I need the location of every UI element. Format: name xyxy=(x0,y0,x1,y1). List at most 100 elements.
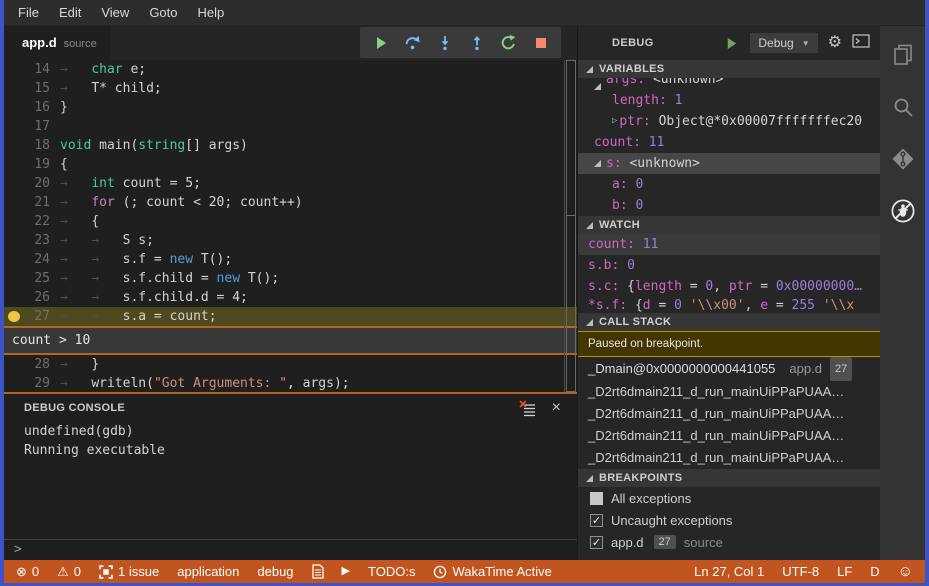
variable-row[interactable]: count: 11 xyxy=(578,234,880,255)
code-line[interactable]: 24 → → s.f = new T(); xyxy=(4,250,577,269)
variable-row[interactable]: b: 0 xyxy=(578,195,880,216)
status-item-wakatime-active[interactable]: WakaTime Active xyxy=(433,564,552,579)
restart-button[interactable] xyxy=(500,34,517,51)
variable-row[interactable]: s.c: {length = 0, ptr = 0x00000000… xyxy=(578,276,880,297)
breakpoint-item[interactable]: All exceptions xyxy=(578,487,880,509)
breakpoint-gutter[interactable] xyxy=(4,250,23,269)
start-debug-button[interactable] xyxy=(723,35,740,52)
open-console-icon[interactable] xyxy=(852,33,870,53)
status-item-ln-27-col-1[interactable]: Ln 27, Col 1 xyxy=(694,564,764,579)
continue-button[interactable] xyxy=(372,34,389,51)
expand-open-icon[interactable] xyxy=(594,160,601,167)
section-variables[interactable]: VARIABLES xyxy=(578,60,880,78)
breakpoint-gutter[interactable] xyxy=(4,288,23,307)
breakpoint-checkbox[interactable]: ✓ xyxy=(590,513,603,527)
code-line[interactable]: 16} xyxy=(4,98,577,117)
menu-item-help[interactable]: Help xyxy=(188,0,235,25)
breakpoint-checkbox[interactable]: ✓ xyxy=(590,535,603,549)
code-line[interactable]: 18 void main(string[] args) xyxy=(4,136,577,155)
status-item-lf[interactable]: LF xyxy=(837,564,852,579)
code-line[interactable]: 19 { xyxy=(4,155,577,174)
step-out-button[interactable] xyxy=(468,34,485,51)
variable-row[interactable]: s.b: 0 xyxy=(578,255,880,276)
status-item[interactable]: ☺ xyxy=(898,564,913,579)
code-line[interactable]: 25 → → s.f.child = new T(); xyxy=(4,269,577,288)
breakpoint-gutter[interactable] xyxy=(4,136,23,155)
debug-config-dropdown[interactable]: Debug ▼ xyxy=(750,33,818,53)
menu-item-file[interactable]: File xyxy=(8,0,49,25)
breakpoint-gutter[interactable] xyxy=(4,269,23,288)
status-item-debug[interactable]: debug xyxy=(257,564,293,579)
stop-button[interactable] xyxy=(532,34,549,51)
menu-item-goto[interactable]: Goto xyxy=(139,0,187,25)
breakpoint-condition-input[interactable]: count > 10 xyxy=(4,326,577,355)
search-icon[interactable] xyxy=(890,94,916,120)
clear-console-icon[interactable] xyxy=(519,399,536,417)
menu-item-edit[interactable]: Edit xyxy=(49,0,91,25)
variable-row[interactable]: ▷ ptr: Object@*0x00007fffffffec20 xyxy=(578,111,880,132)
variable-row[interactable]: count: 11 xyxy=(578,132,880,153)
menu-item-view[interactable]: View xyxy=(91,0,139,25)
code-line[interactable]: 14 → char e; xyxy=(4,60,577,79)
debug-console-input[interactable]: > xyxy=(4,539,577,560)
code-line[interactable]: 27 → → s.a = count; xyxy=(4,307,577,326)
breakpoint-gutter[interactable] xyxy=(4,155,23,174)
call-stack-frame[interactable]: _D2rt6dmain211_d_run_mainUiPPaPUAA… xyxy=(578,403,880,425)
code-line[interactable]: 15 → T* child; xyxy=(4,79,577,98)
variable-row[interactable]: args: <unknown> xyxy=(578,78,880,90)
gear-icon[interactable]: ⚙ xyxy=(828,35,842,51)
status-item-0[interactable]: ⚠ 0 xyxy=(57,564,81,579)
code-line[interactable]: 22 → { xyxy=(4,212,577,231)
scrollbar-thumb[interactable] xyxy=(566,60,576,217)
code-line[interactable]: 28 → } xyxy=(4,355,577,374)
scrollbar-thumb[interactable] xyxy=(566,216,576,392)
breakpoint-gutter[interactable] xyxy=(4,60,23,79)
breakpoint-checkbox[interactable] xyxy=(590,491,603,505)
status-item[interactable] xyxy=(311,564,324,579)
tab-app-d[interactable]: app.d source xyxy=(4,26,111,60)
expand-closed-icon[interactable]: ▷ xyxy=(612,111,617,132)
variable-row[interactable]: s: <unknown> xyxy=(578,153,880,174)
status-item-1-issue[interactable]: 1 issue xyxy=(99,564,159,579)
call-stack-frame[interactable]: _D2rt6dmain211_d_run_mainUiPPaPUAA… xyxy=(578,425,880,447)
files-icon[interactable] xyxy=(890,42,916,68)
code-editor[interactable]: 14 → char e; 15 → T* child; 16} 17 18 void main… xyxy=(4,60,577,392)
close-icon[interactable]: × xyxy=(552,400,561,416)
breakpoint-dot[interactable] xyxy=(8,311,20,322)
step-over-button[interactable] xyxy=(404,34,421,51)
status-item-utf-8[interactable]: UTF-8 xyxy=(782,564,819,579)
step-into-button[interactable] xyxy=(436,34,453,51)
status-item[interactable]: ▶ xyxy=(342,565,350,578)
code-line[interactable]: 17 xyxy=(4,117,577,136)
variable-row[interactable]: a: 0 xyxy=(578,174,880,195)
call-stack-frame[interactable]: _D2rt6dmain211_d_run_mainUiPPaPUAA… xyxy=(578,447,880,469)
breakpoint-gutter[interactable] xyxy=(4,307,23,326)
code-line[interactable]: 23 → → S s; xyxy=(4,231,577,250)
debug-icon[interactable] xyxy=(890,198,916,224)
breakpoint-item[interactable]: ✓ Uncaught exceptions xyxy=(578,509,880,531)
section-call-stack[interactable]: CALL STACK xyxy=(578,313,880,331)
breakpoint-item[interactable]: ✓ app.d 27 source xyxy=(578,531,880,553)
breakpoint-gutter[interactable] xyxy=(4,231,23,250)
breakpoint-gutter[interactable] xyxy=(4,117,23,136)
breakpoint-gutter[interactable] xyxy=(4,193,23,212)
breakpoint-gutter[interactable] xyxy=(4,79,23,98)
variable-row[interactable]: length: 1 xyxy=(578,90,880,111)
code-line[interactable]: 21 → for (; count < 20; count++) xyxy=(4,193,577,212)
code-line[interactable]: 20 → int count = 5; xyxy=(4,174,577,193)
source-control-icon[interactable] xyxy=(890,146,916,172)
expand-open-icon[interactable] xyxy=(594,83,601,90)
section-watch[interactable]: WATCH xyxy=(578,216,880,234)
call-stack-frame[interactable]: _D2rt6dmain211_d_run_mainUiPPaPUAA… xyxy=(578,381,880,403)
call-stack-frame[interactable]: _Dmain@0x0000000000441055 app.d 27 xyxy=(578,357,880,381)
breakpoint-gutter[interactable] xyxy=(4,374,23,392)
status-item-0[interactable]: ⊗ 0 xyxy=(16,564,39,579)
status-item-d[interactable]: D xyxy=(870,564,879,579)
editor-scrollbar[interactable] xyxy=(564,60,577,392)
breakpoint-gutter[interactable] xyxy=(4,98,23,117)
variable-row[interactable]: *s.f: {d = 0 '\\x00', e = 255 '\\x xyxy=(578,297,880,313)
status-item-todo-s[interactable]: TODO:s xyxy=(368,564,415,579)
code-line[interactable]: 29 → writeln("Got Arguments: ", args); xyxy=(4,374,577,392)
code-line[interactable]: 26 → → s.f.child.d = 4; xyxy=(4,288,577,307)
status-item-application[interactable]: application xyxy=(177,564,239,579)
